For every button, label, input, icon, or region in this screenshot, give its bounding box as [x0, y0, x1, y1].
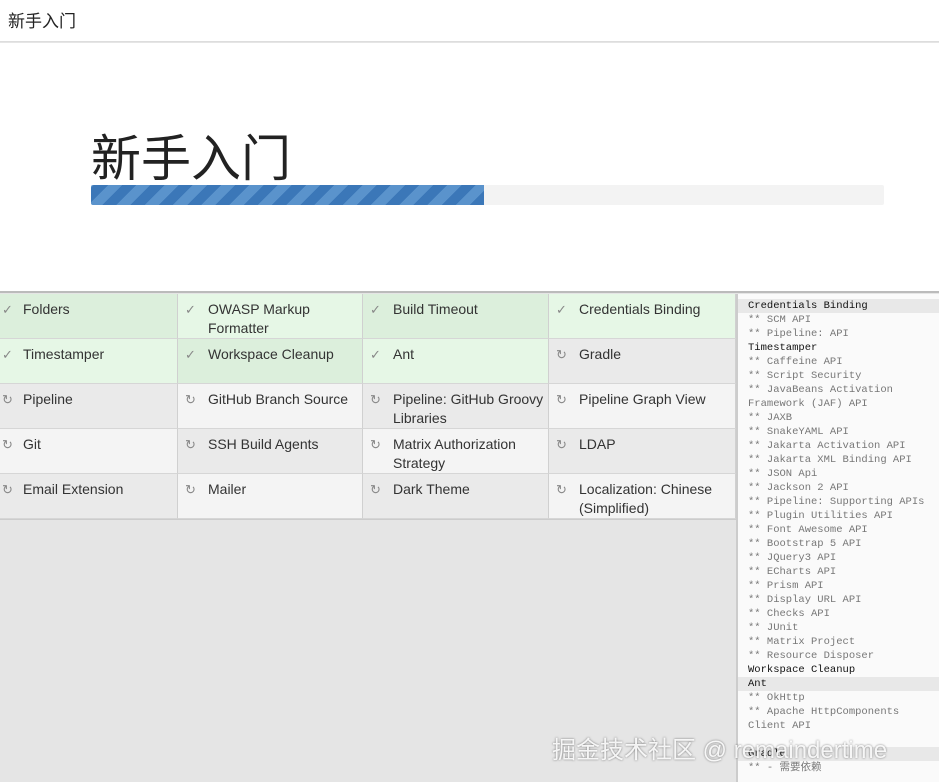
plugin-name: Dark Theme	[393, 481, 470, 497]
plugin-name: Git	[23, 436, 41, 452]
plugin-cell: ✓ Credentials Binding	[549, 294, 736, 339]
spinner-icon: ↻	[556, 392, 567, 407]
spinner-icon: ↻	[370, 437, 381, 452]
plugin-name: Pipeline: GitHub Groovy Libraries	[393, 391, 544, 426]
hero-panel: 新手入门	[0, 43, 939, 293]
plugin-name: Credentials Binding	[579, 301, 701, 317]
log-line: ** Caffeine API	[748, 356, 843, 368]
log-line: ** Jakarta XML Binding API	[748, 454, 912, 466]
window-title: 新手入门	[0, 0, 939, 42]
plugin-name: Folders	[23, 301, 70, 317]
log-line: Ant	[738, 677, 939, 691]
plugin-cell: ↻ Matrix Authorization Strategy	[363, 429, 549, 474]
log-line: ** Resource Disposer	[748, 650, 875, 662]
check-icon: ✓	[370, 302, 381, 317]
log-line: Workspace Cleanup	[748, 664, 856, 676]
plugin-cell: ✓ Build Timeout	[363, 294, 549, 339]
log-line: ** JQuery3 API	[748, 552, 837, 564]
spinner-icon: ↻	[556, 347, 567, 362]
log-line: ** Jakarta Activation API	[748, 440, 906, 452]
check-icon: ✓	[556, 302, 567, 317]
plugin-cell: ↻ Pipeline Graph View	[549, 384, 736, 429]
plugin-name: SSH Build Agents	[208, 436, 319, 452]
plugin-cell: ↻ LDAP	[549, 429, 736, 474]
log-line: ** SCM API	[748, 314, 812, 326]
plugin-cell: ↻ Email Extension	[0, 474, 178, 519]
plugin-name: Mailer	[208, 481, 247, 497]
install-progress-bar	[91, 185, 884, 205]
log-line: ** Pipeline: Supporting APIs	[748, 496, 925, 508]
plugin-name: Pipeline	[23, 391, 73, 407]
log-line: ** Prism API	[748, 580, 824, 592]
log-line: ** Checks API	[748, 608, 830, 620]
spinner-icon: ↻	[556, 437, 567, 452]
plugin-name: Localization: Chinese (Simplified)	[579, 481, 713, 516]
check-icon: ✓	[185, 302, 196, 317]
log-line: ** Matrix Project	[748, 636, 856, 648]
check-icon: ✓	[370, 347, 381, 362]
plugin-cell: ↻ Pipeline	[0, 384, 178, 429]
spinner-icon: ↻	[185, 437, 196, 452]
page-title: 新手入门	[91, 131, 291, 187]
spinner-icon: ↻	[2, 392, 13, 407]
spinner-icon: ↻	[2, 482, 13, 497]
log-line: ** JavaBeans Activation Framework (JAF) …	[748, 384, 900, 410]
plugin-cell: ↻ Gradle	[549, 339, 736, 384]
log-line: ** Plugin Utilities API	[748, 510, 893, 522]
spinner-icon: ↻	[2, 437, 13, 452]
spinner-icon: ↻	[185, 392, 196, 407]
plugin-cell: ↻ SSH Build Agents	[178, 429, 363, 474]
plugin-cell: ↻ GitHub Branch Source	[178, 384, 363, 429]
log-line: ** JAXB	[748, 412, 793, 424]
plugin-name: Workspace Cleanup	[208, 346, 334, 362]
plugin-cell: ✓ Folders	[0, 294, 178, 339]
log-line: ** Apache HttpComponents Client API	[748, 706, 906, 732]
spinner-icon: ↻	[185, 482, 196, 497]
watermark: 掘金技术社区 @ remaindertime	[552, 737, 888, 764]
log-line: ** ECharts API	[748, 566, 837, 578]
log-line: ** Jackson 2 API	[748, 482, 849, 494]
log-line: Timestamper	[748, 342, 818, 354]
check-icon: ✓	[2, 302, 13, 317]
log-line: ** JSON Api	[748, 468, 818, 480]
install-log[interactable]: Credentials Binding ** SCM API ** Pipeline…	[736, 294, 939, 782]
check-icon: ✓	[2, 347, 13, 362]
plugin-cell: ✓ Timestamper	[0, 339, 178, 384]
plugin-cell: ✓ Ant	[363, 339, 549, 384]
log-line: ** Bootstrap 5 API	[748, 538, 862, 550]
plugin-name: Timestamper	[23, 346, 105, 362]
plugin-name: Gradle	[579, 346, 622, 362]
check-icon: ✓	[185, 347, 196, 362]
plugin-name: Pipeline Graph View	[579, 391, 706, 407]
log-line: ** SnakeYAML API	[748, 426, 849, 438]
log-line: ** JUnit	[748, 622, 799, 634]
log-line: Credentials Binding	[738, 299, 939, 313]
plugin-cell: ↻ Git	[0, 429, 178, 474]
plugin-name: Matrix Authorization Strategy	[393, 436, 516, 471]
plugin-name: Build Timeout	[393, 301, 478, 317]
log-line: ** Font Awesome API	[748, 524, 868, 536]
log-line: ** Script Security	[748, 370, 862, 382]
plugin-name: OWASP Markup Formatter	[208, 301, 310, 336]
plugin-cell: ↻ Dark Theme	[363, 474, 549, 519]
plugin-cell: ↻ Localization: Chinese (Simplified)	[549, 474, 736, 519]
spinner-icon: ↻	[556, 482, 567, 497]
log-line: ** Display URL API	[748, 594, 862, 606]
plugin-name: LDAP	[579, 436, 616, 452]
plugin-grid: ✓ Folders ✓ OWASP Markup Formatter ✓ Build Ti…	[0, 294, 736, 520]
spinner-icon: ↻	[370, 482, 381, 497]
log-line: ** Pipeline: API	[748, 328, 849, 340]
plugin-cell: ↻ Mailer	[178, 474, 363, 519]
plugin-cell: ✓ Workspace Cleanup	[178, 339, 363, 384]
plugin-name: GitHub Branch Source	[208, 391, 349, 407]
plugin-cell: ✓ OWASP Markup Formatter	[178, 294, 363, 339]
progress-fill	[91, 185, 485, 205]
plugin-name: Ant	[393, 346, 415, 362]
plugin-cell: ↻ Pipeline: GitHub Groovy Libraries	[363, 384, 549, 429]
log-line: ** OkHttp	[748, 692, 805, 704]
plugin-name: Email Extension	[23, 481, 124, 497]
spinner-icon: ↻	[370, 392, 381, 407]
